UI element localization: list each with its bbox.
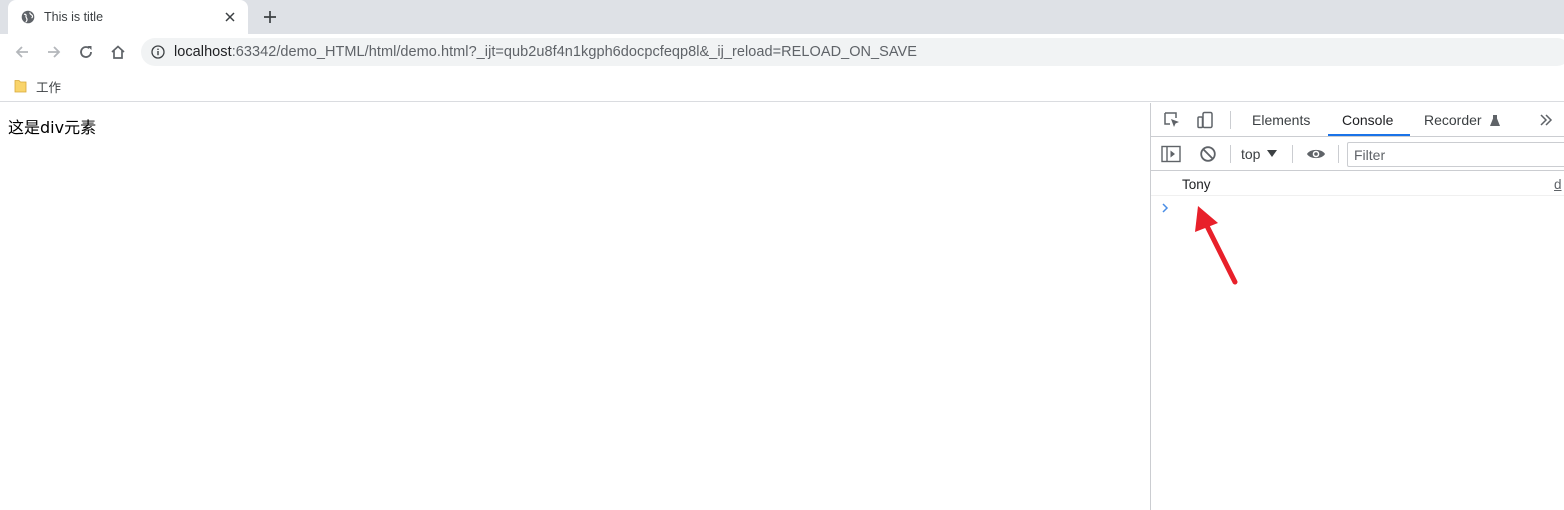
more-tabs-icon[interactable] xyxy=(1536,110,1556,130)
home-button[interactable] xyxy=(108,42,128,62)
info-icon[interactable] xyxy=(151,45,165,59)
url-host: localhost xyxy=(174,44,232,60)
folder-icon xyxy=(14,79,27,93)
reload-icon xyxy=(80,46,92,58)
console-toolbar: top Filter xyxy=(1151,137,1564,171)
close-icon[interactable] xyxy=(222,9,238,25)
arrow-right-icon xyxy=(48,46,61,58)
tab-recorder[interactable]: Recorder xyxy=(1424,103,1501,137)
globe-icon xyxy=(21,10,35,24)
devtools-tab-bar: Elements Console Recorder xyxy=(1151,103,1564,137)
clear-console-icon[interactable] xyxy=(1198,144,1218,164)
div-element-text: 这是div元素 xyxy=(8,118,97,137)
url-path: :63342/demo_HTML/html/demo.html?_ijt=qub… xyxy=(231,44,917,60)
tab-recorder-label: Recorder xyxy=(1424,112,1482,128)
tab-title: This is title xyxy=(44,10,104,24)
console-filter-input[interactable]: Filter xyxy=(1347,142,1564,167)
forward-button[interactable] xyxy=(44,42,64,62)
tab-strip: This is title xyxy=(0,0,1564,34)
console-message-text: Tony xyxy=(1182,177,1211,192)
url-text: localhost:63342/demo_HTML/html/demo.html… xyxy=(174,44,917,60)
devtools-panel: Elements Console Recorder top Filter Ton… xyxy=(1150,103,1564,510)
arrow-left-icon xyxy=(15,46,28,58)
context-selector[interactable]: top xyxy=(1241,144,1278,164)
console-source-link[interactable]: d xyxy=(1554,177,1562,192)
tab-elements[interactable]: Elements xyxy=(1252,103,1310,137)
browser-tab[interactable]: This is title xyxy=(8,0,248,34)
live-expression-eye-icon[interactable] xyxy=(1306,144,1326,164)
divider xyxy=(1292,145,1293,163)
reload-button[interactable] xyxy=(76,42,96,62)
sidebar-toggle-icon[interactable] xyxy=(1161,144,1181,164)
bookmark-folder[interactable]: 工作 xyxy=(14,76,61,96)
console-message: Tony d xyxy=(1151,172,1564,196)
tab-console[interactable]: Console xyxy=(1342,103,1393,137)
divider xyxy=(1230,111,1231,129)
divider xyxy=(1230,145,1231,163)
active-tab-indicator xyxy=(1328,134,1410,136)
bookmark-label: 工作 xyxy=(36,79,62,95)
inspect-element-icon[interactable] xyxy=(1162,110,1182,130)
context-selector-value: top xyxy=(1241,146,1261,162)
new-tab-button[interactable] xyxy=(260,7,280,27)
flask-icon xyxy=(1489,114,1501,127)
browser-toolbar: localhost:63342/demo_HTML/html/demo.html… xyxy=(0,34,1564,70)
divider xyxy=(1338,145,1339,163)
back-button[interactable] xyxy=(12,42,32,62)
console-prompt-chevron-icon[interactable] xyxy=(1161,201,1173,215)
annotation-arrow-icon xyxy=(1195,206,1238,285)
home-icon xyxy=(111,45,125,59)
caret-down-icon xyxy=(1267,150,1278,158)
bookmarks-bar: 工作 xyxy=(0,70,1564,102)
device-toolbar-icon[interactable] xyxy=(1195,110,1215,130)
page-viewport: 这是div元素 xyxy=(0,103,1150,510)
address-bar[interactable]: localhost:63342/demo_HTML/html/demo.html… xyxy=(141,38,1564,66)
